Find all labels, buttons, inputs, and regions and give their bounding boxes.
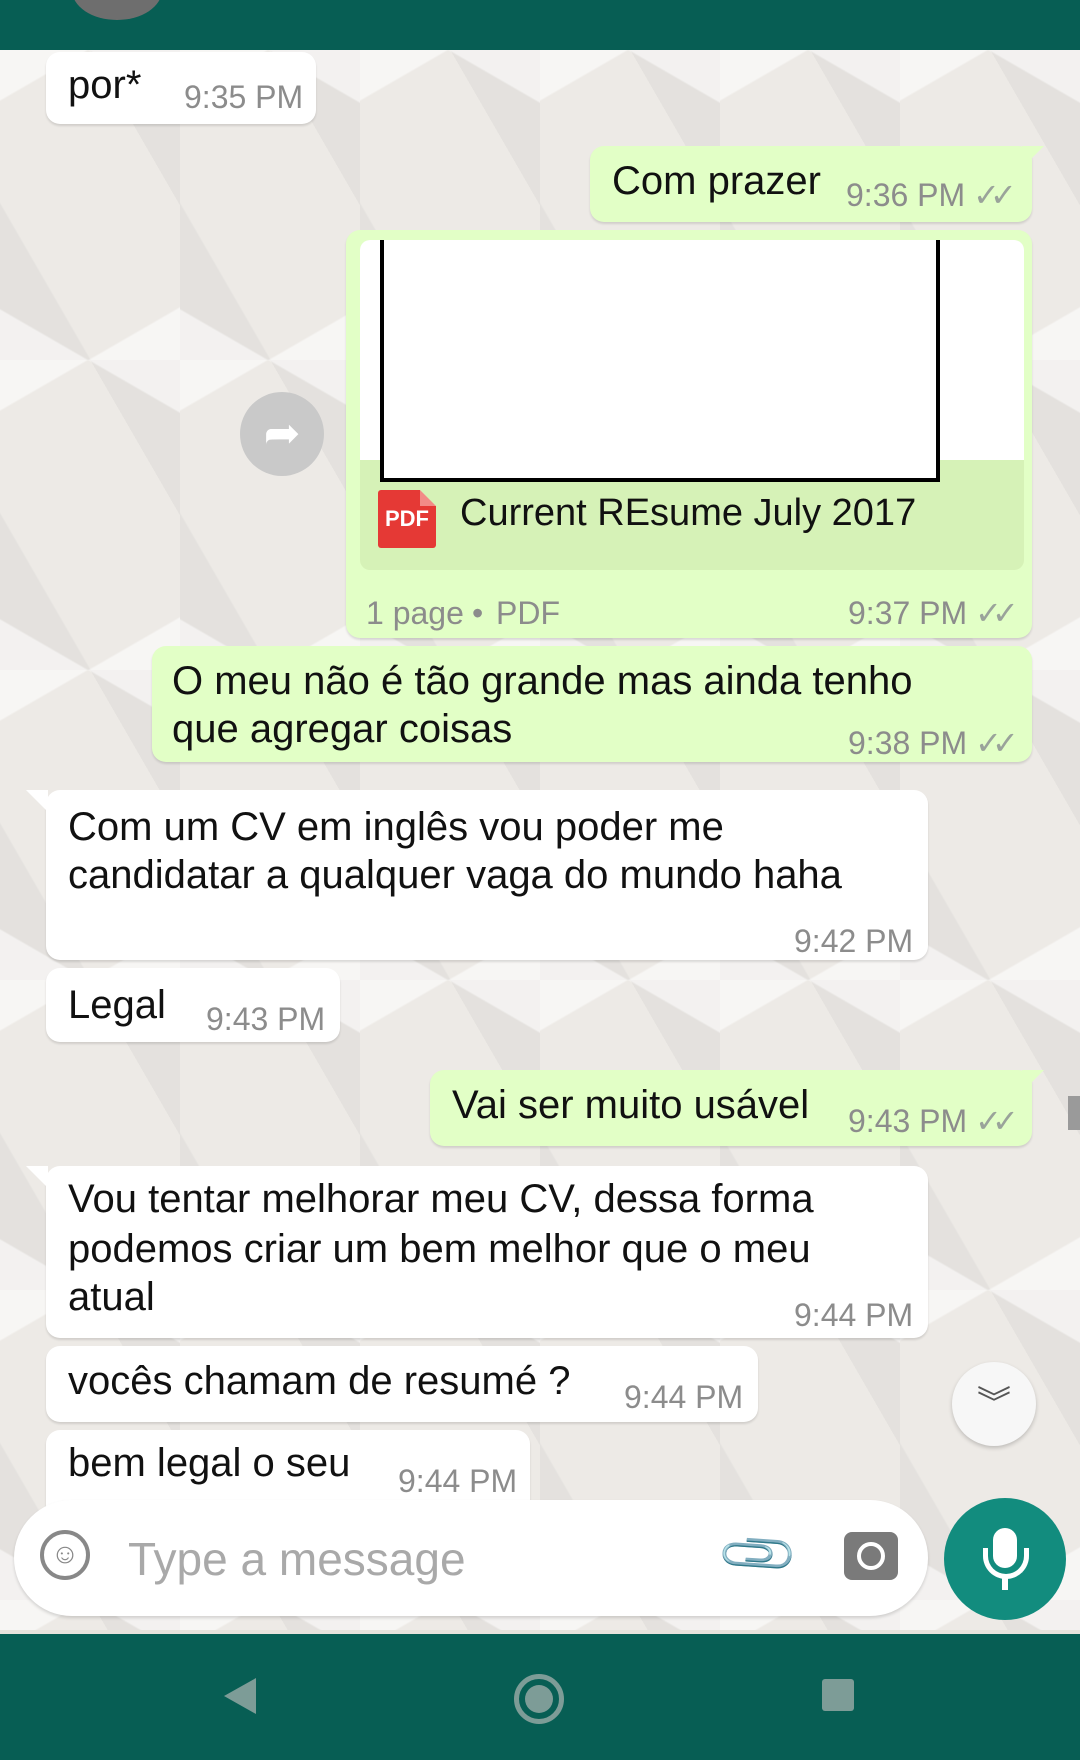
document-type: PDF: [496, 595, 560, 631]
microphone-icon[interactable]: [944, 1498, 1066, 1620]
android-nav-bar: [0, 1634, 1080, 1760]
message-text: Vai ser muito usável: [452, 1083, 810, 1127]
message-incoming[interactable]: vocês chamam de resumé ? 9:44 PM: [46, 1346, 758, 1422]
message-outgoing[interactable]: Vai ser muito usável 9:43 PM ✓✓: [430, 1070, 1044, 1146]
message-time: 9:44 PM: [398, 1463, 518, 1499]
camera-icon[interactable]: [844, 1532, 898, 1580]
message-incoming[interactable]: por* 9:35 PM: [46, 52, 316, 124]
message-time: 9:38 PM ✓✓: [848, 718, 1019, 768]
time-text: 9:37 PM: [848, 595, 968, 631]
message-time: 9:36 PM ✓✓: [846, 170, 1017, 220]
message-time: 9:35 PM: [184, 79, 304, 115]
message-text: Com prazer: [612, 159, 821, 203]
message-time: 9:37 PM ✓✓: [848, 588, 1019, 638]
message-text-line: atual: [68, 1275, 155, 1319]
document-preview: [360, 240, 1024, 482]
message-time: 9:43 PM ✓✓: [848, 1096, 1019, 1146]
read-receipt-icon: ✓✓: [975, 725, 1019, 761]
bubble-tail: [26, 790, 48, 812]
document-card[interactable]: PDF Current REsume July 2017: [360, 240, 1024, 570]
read-receipt-icon: ✓✓: [975, 595, 1019, 631]
time-text: 9:36 PM: [846, 177, 966, 213]
message-composer[interactable]: ☺ Type a message 📎: [14, 1500, 928, 1616]
message-incoming[interactable]: Legal 9:43 PM: [46, 968, 340, 1042]
message-text-line: que agregar coisas: [172, 707, 513, 751]
mic-body: [983, 1528, 1029, 1579]
mic-stem: [1002, 1576, 1008, 1590]
bubble-tail: [26, 1166, 48, 1188]
message-text-line: Com um CV em inglês vou poder me: [68, 805, 724, 849]
forward-arrow-icon[interactable]: ➦: [240, 392, 324, 476]
bubble-tail: [1022, 146, 1044, 168]
paperclip-icon[interactable]: 📎: [714, 1510, 803, 1599]
message-incoming[interactable]: Com um CV em inglês vou poder me candida…: [26, 790, 928, 960]
smiley-icon[interactable]: ☺: [40, 1530, 90, 1580]
message-text-line: O meu não é tão grande mas ainda tenho: [172, 659, 913, 703]
message-time: 9:44 PM: [624, 1379, 744, 1415]
message-text-line: podemos criar um bem melhor que o meu: [68, 1227, 811, 1271]
message-outgoing[interactable]: Com prazer 9:36 PM ✓✓: [590, 146, 1044, 222]
time-text: 9:43 PM: [848, 1103, 968, 1139]
contact-avatar[interactable]: [72, 0, 162, 20]
message-time: 9:44 PM: [794, 1297, 914, 1333]
redacted-preview-box: [380, 240, 940, 482]
document-file-name: Current REsume July 2017: [460, 492, 917, 534]
time-text: 9:38 PM: [848, 725, 968, 761]
chat-header: [0, 0, 1080, 50]
scroll-indicator[interactable]: [1068, 1096, 1080, 1130]
recents-square-icon[interactable]: [822, 1679, 854, 1711]
meta-separator: •: [472, 595, 484, 631]
double-chevron-down-icon[interactable]: ︾: [952, 1362, 1036, 1446]
pdf-icon: PDF: [378, 490, 436, 548]
conversation-area[interactable]: por* 9:35 PM Com prazer 9:36 PM ✓✓ PDF Cu…: [0, 50, 1080, 1630]
bubble-tail: [1022, 1070, 1044, 1092]
document-pages: 1 page: [366, 595, 464, 631]
read-receipt-icon: ✓✓: [975, 1103, 1019, 1139]
message-time: 9:43 PM: [206, 1001, 326, 1037]
message-text-line: candidatar a qualquer vaga do mundo haha: [68, 853, 842, 897]
message-text-line: Vou tentar melhorar meu CV, dessa forma: [68, 1177, 814, 1221]
message-text: bem legal o seu: [68, 1441, 351, 1485]
message-document[interactable]: PDF Current REsume July 2017 1 page • PD…: [346, 230, 1032, 638]
message-text: Legal: [68, 983, 166, 1027]
read-receipt-icon: ✓✓: [973, 177, 1017, 213]
back-triangle-icon[interactable]: [224, 1678, 256, 1714]
message-text: por*: [68, 63, 142, 107]
message-input[interactable]: Type a message: [128, 1532, 466, 1586]
message-incoming[interactable]: Vou tentar melhorar meu CV, dessa forma …: [26, 1166, 928, 1338]
home-circle-icon[interactable]: [514, 1674, 564, 1724]
message-outgoing[interactable]: O meu não é tão grande mas ainda tenho q…: [152, 646, 1032, 762]
message-time: 9:42 PM: [794, 923, 914, 959]
message-text: vocês chamam de resumé ?: [68, 1359, 571, 1403]
